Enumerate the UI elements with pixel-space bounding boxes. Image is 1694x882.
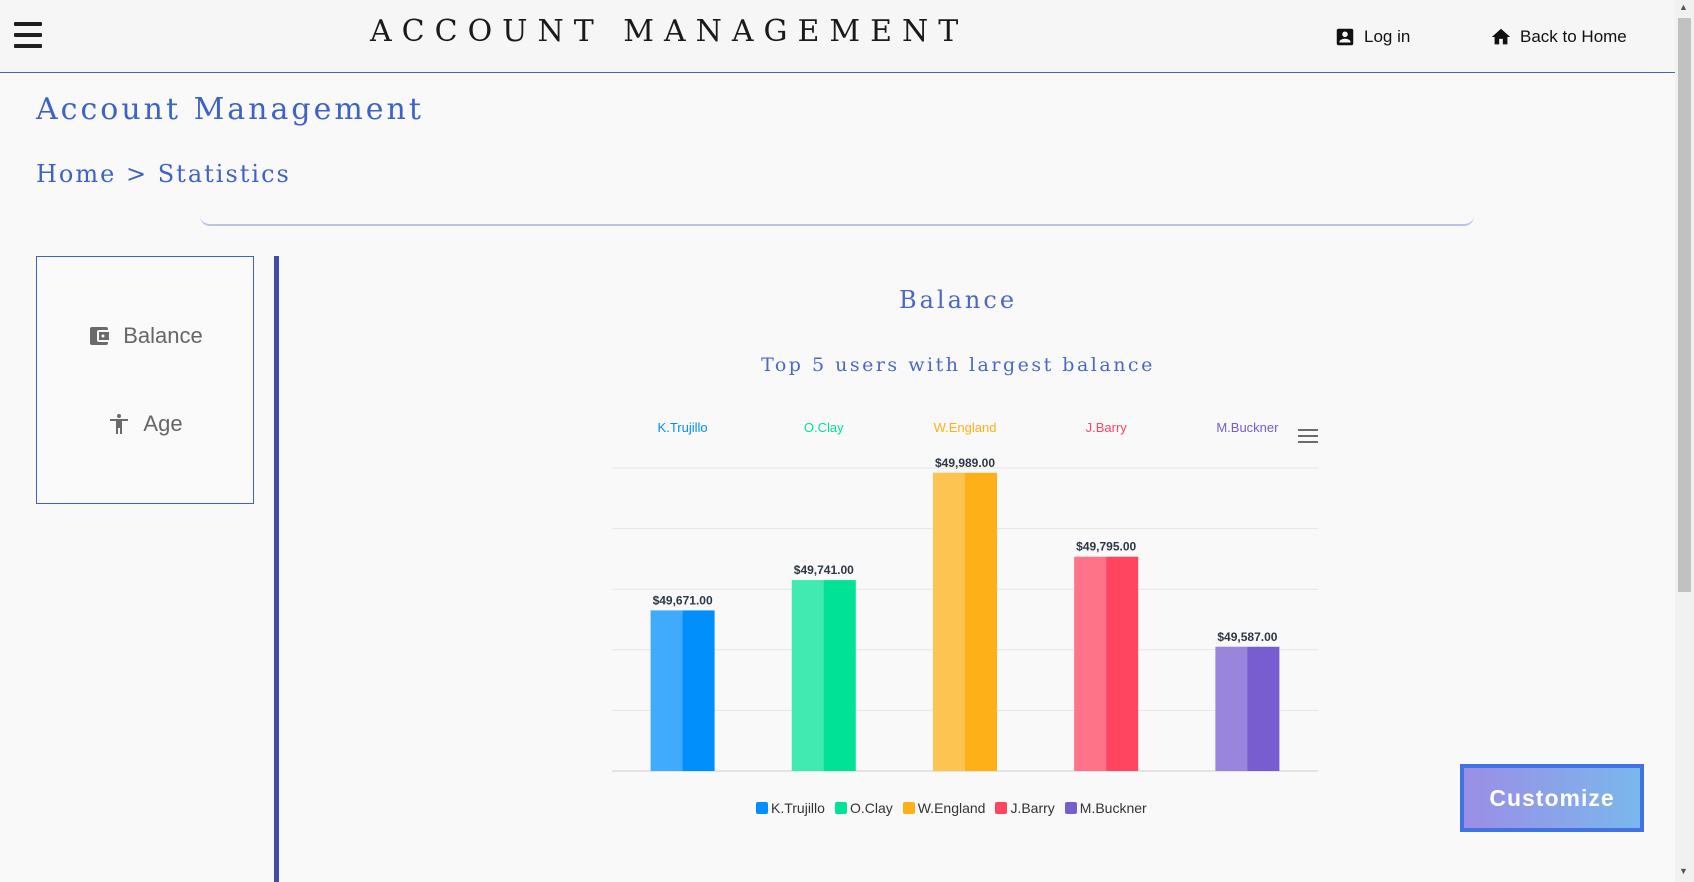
scroll-up-icon[interactable]: ▲ — [1679, 2, 1688, 12]
chart-legend: K.Trujillo O.Clay W.England J.Barry M.Buckne… — [756, 800, 1147, 816]
chart-title: Balance — [898, 286, 1018, 314]
bar[interactable] — [650, 610, 715, 771]
legend-swatch — [756, 802, 768, 814]
wallet-icon — [90, 327, 110, 345]
bar-highlight — [650, 610, 683, 771]
bar[interactable] — [1074, 556, 1139, 771]
breadcrumb-separator: > — [125, 160, 149, 188]
legend-label: O.Clay — [849, 800, 893, 816]
bar-value-label: $49,671.00 — [653, 593, 713, 607]
chart-menu-icon[interactable] — [1298, 429, 1318, 447]
bar-highlight — [1074, 556, 1107, 771]
accessibility-icon — [110, 414, 129, 434]
legend-item[interactable]: M.Buckner — [1064, 800, 1147, 816]
brand-title: ACCOUNT MANAGEMENT — [370, 14, 969, 49]
sidebar-item-age[interactable]: Age — [37, 411, 253, 437]
x-category-label: J.Barry — [1086, 420, 1128, 435]
bar-highlight — [791, 580, 824, 771]
scroll-thumb[interactable] — [1678, 18, 1691, 592]
legend-label: M.Buckner — [1079, 800, 1147, 816]
account-box-icon — [1336, 28, 1354, 46]
legend-item[interactable]: O.Clay — [834, 800, 893, 816]
scrollbar[interactable]: ▲ ▼ — [1675, 0, 1694, 882]
bar-value-label: $49,795.00 — [1076, 540, 1136, 554]
home-icon — [1491, 28, 1511, 45]
bar-highlight — [1215, 646, 1248, 771]
bar[interactable] — [791, 580, 856, 771]
legend-item[interactable]: W.England — [902, 800, 986, 816]
legend-swatch — [1064, 802, 1077, 814]
legend-item[interactable]: J.Barry — [995, 800, 1055, 816]
back-home-label: Back to Home — [1520, 27, 1627, 46]
stats-side-menu: Balance Age — [36, 256, 254, 504]
bar-value-label: $49,587.00 — [1217, 630, 1277, 644]
x-category-label: M.Buckner — [1216, 420, 1279, 435]
bar[interactable] — [1215, 646, 1280, 771]
legend-label: J.Barry — [1010, 800, 1055, 816]
sidebar-item-label: Age — [143, 411, 183, 436]
login-link[interactable]: Log in — [1334, 26, 1410, 48]
bar-highlight — [933, 472, 965, 771]
login-label: Log in — [1364, 27, 1411, 46]
bar[interactable] — [933, 472, 997, 771]
x-category-label: K.Trujillo — [658, 420, 708, 435]
legend-item[interactable]: K.Trujillo — [756, 800, 825, 816]
legend-label: K.Trujillo — [771, 800, 825, 816]
legend-label: W.England — [917, 800, 986, 816]
back-home-link[interactable]: Back to Home — [1490, 26, 1627, 48]
balance-bar-chart: K.Trujillo $49,671.00 O.Clay $49,741.00 W.En… — [612, 420, 1318, 772]
breadcrumb-home[interactable]: Home — [36, 160, 116, 188]
sidebar-item-balance[interactable]: Balance — [37, 323, 253, 349]
sidebar-item-label: Balance — [123, 323, 203, 348]
chart-subtitle: Top 5 users with largest balance — [761, 354, 1155, 376]
legend-swatch — [902, 802, 915, 814]
page-title: Account Management — [36, 92, 424, 127]
top-navbar: ACCOUNT MANAGEMENT Log in Back to Home — [0, 0, 1675, 73]
bar-value-label: $49,989.00 — [935, 456, 995, 470]
bar-value-label: $49,741.00 — [794, 563, 854, 577]
hamburger-menu-icon[interactable] — [14, 22, 42, 50]
legend-swatch — [834, 802, 847, 814]
x-category-label: W.England — [934, 420, 997, 435]
content-divider — [274, 256, 279, 882]
customize-button[interactable]: Customize — [1460, 764, 1644, 832]
x-category-label: O.Clay — [804, 420, 844, 435]
section-divider — [200, 216, 1474, 226]
scroll-down-icon[interactable]: ▼ — [1679, 866, 1688, 876]
legend-swatch — [995, 802, 1008, 814]
breadcrumb: Home > Statistics — [36, 160, 291, 188]
breadcrumb-current: Statistics — [157, 160, 291, 188]
